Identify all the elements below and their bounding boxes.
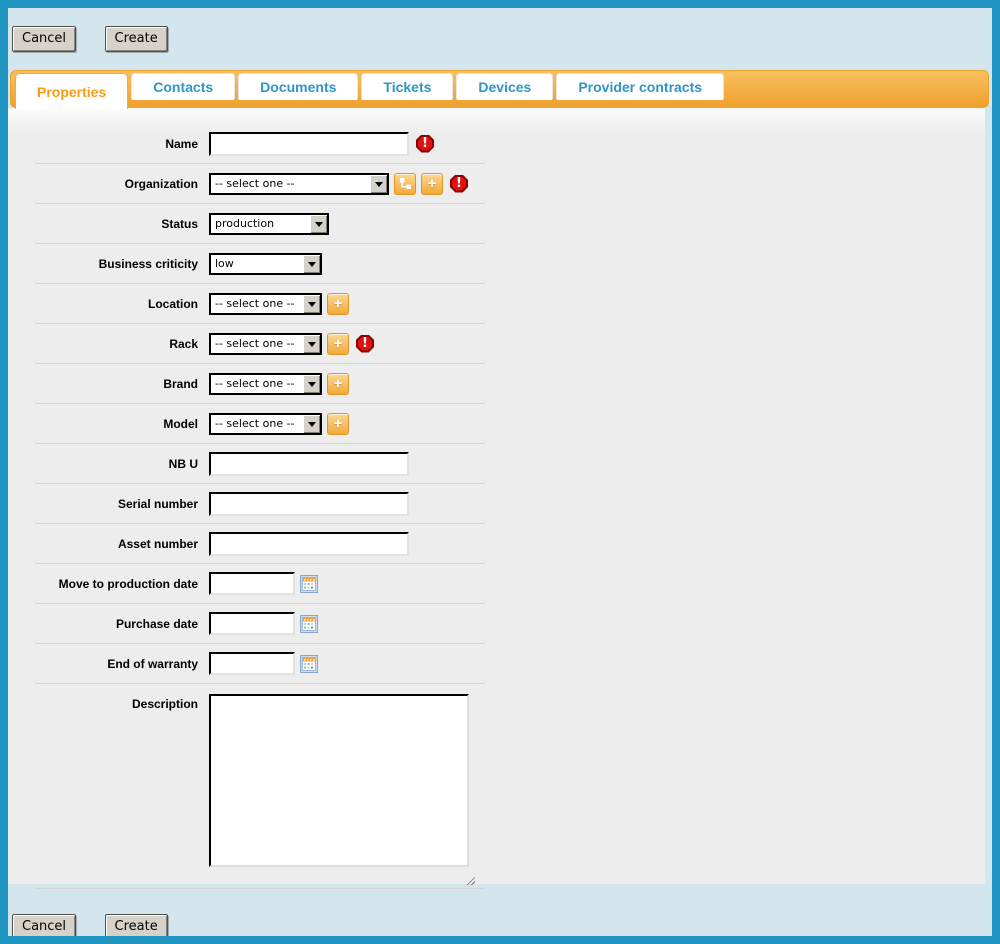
plus-icon: + — [334, 336, 343, 351]
form-row-business-criticity: Business criticity low — [35, 244, 485, 284]
properties-form: Name ! Organization -- select one -- — [35, 124, 485, 889]
create-button-bottom[interactable]: Create — [105, 914, 168, 940]
business-criticity-label: Business criticity — [35, 257, 198, 271]
add-brand-button[interactable]: + — [327, 373, 349, 395]
location-select[interactable]: -- select one -- — [209, 293, 322, 315]
chevron-down-icon[interactable] — [310, 215, 327, 233]
move-to-production-date-label: Move to production date — [35, 577, 198, 591]
plus-icon: + — [428, 176, 437, 191]
rack-select-value: -- select one -- — [215, 337, 303, 350]
cancel-button-bottom[interactable]: Cancel — [12, 914, 76, 940]
form-row-end-of-warranty: End of warranty — [35, 644, 485, 684]
form-row-nb-u: NB U — [35, 444, 485, 484]
create-button-top[interactable]: Create — [105, 26, 168, 52]
plus-icon: + — [334, 296, 343, 311]
serial-number-label: Serial number — [35, 497, 198, 511]
model-select-value: -- select one -- — [215, 417, 303, 430]
organization-select[interactable]: -- select one -- — [209, 173, 389, 195]
bottom-toolbar: Cancel Create — [8, 884, 992, 940]
move-to-production-date-input[interactable] — [209, 572, 295, 595]
form-row-asset-number: Asset number — [35, 524, 485, 564]
top-toolbar: Cancel Create — [8, 8, 992, 62]
form-row-purchase-date: Purchase date — [35, 604, 485, 644]
error-icon: ! — [416, 135, 434, 153]
form-row-model: Model -- select one -- + — [35, 404, 485, 444]
add-model-button[interactable]: + — [327, 413, 349, 435]
plus-icon: + — [334, 376, 343, 391]
status-select[interactable]: production — [209, 213, 329, 235]
chevron-down-icon[interactable] — [303, 255, 320, 273]
properties-panel: Name ! Organization -- select one -- — [8, 108, 985, 884]
chevron-down-icon[interactable] — [303, 335, 320, 353]
brand-label: Brand — [35, 377, 198, 391]
tab-provider-contracts[interactable]: Provider contracts — [556, 73, 724, 100]
add-location-button[interactable]: + — [327, 293, 349, 315]
chevron-down-icon[interactable] — [370, 175, 387, 193]
asset-number-label: Asset number — [35, 537, 198, 551]
cancel-button-top[interactable]: Cancel — [12, 26, 76, 52]
hierarchy-icon — [399, 177, 412, 190]
organization-select-value: -- select one -- — [215, 177, 370, 190]
brand-select[interactable]: -- select one -- — [209, 373, 322, 395]
tab-devices[interactable]: Devices — [456, 73, 553, 100]
chevron-down-icon[interactable] — [303, 295, 320, 313]
location-select-value: -- select one -- — [215, 297, 303, 310]
name-label: Name — [35, 137, 198, 151]
end-of-warranty-label: End of warranty — [35, 657, 198, 671]
add-organization-button[interactable]: + — [421, 173, 443, 195]
form-row-organization: Organization -- select one -- + — [35, 164, 485, 204]
end-of-warranty-input[interactable] — [209, 652, 295, 675]
tab-documents[interactable]: Documents — [238, 73, 358, 100]
move-to-production-date-calendar-button[interactable] — [300, 575, 318, 593]
description-textarea[interactable] — [209, 694, 469, 867]
form-row-description: Description — [35, 684, 485, 889]
organization-label: Organization — [35, 177, 198, 191]
calendar-icon — [300, 575, 318, 593]
form-row-serial-number: Serial number — [35, 484, 485, 524]
form-row-location: Location -- select one -- + — [35, 284, 485, 324]
form-row-name: Name ! — [35, 124, 485, 164]
tab-properties[interactable]: Properties — [15, 73, 128, 109]
form-row-status: Status production — [35, 204, 485, 244]
name-input[interactable] — [209, 132, 409, 156]
create-rack-window: Cancel Create Properties Contacts Docume… — [0, 0, 1000, 944]
calendar-icon — [300, 655, 318, 673]
tab-contacts[interactable]: Contacts — [131, 73, 235, 100]
error-icon: ! — [450, 175, 468, 193]
tab-tickets[interactable]: Tickets — [361, 73, 453, 100]
calendar-icon — [300, 615, 318, 633]
form-row-brand: Brand -- select one -- + — [35, 364, 485, 404]
business-criticity-select[interactable]: low — [209, 253, 322, 275]
error-icon: ! — [356, 335, 374, 353]
description-label: Description — [35, 694, 198, 711]
purchase-date-input[interactable] — [209, 612, 295, 635]
rack-label: Rack — [35, 337, 198, 351]
serial-number-input[interactable] — [209, 492, 409, 516]
nb-u-label: NB U — [35, 457, 198, 471]
location-label: Location — [35, 297, 198, 311]
form-row-rack: Rack -- select one -- + ! — [35, 324, 485, 364]
status-label: Status — [35, 217, 198, 231]
chevron-down-icon[interactable] — [303, 375, 320, 393]
asset-number-input[interactable] — [209, 532, 409, 556]
brand-select-value: -- select one -- — [215, 377, 303, 390]
chevron-down-icon[interactable] — [303, 415, 320, 433]
model-select[interactable]: -- select one -- — [209, 413, 322, 435]
form-row-move-to-production-date: Move to production date — [35, 564, 485, 604]
model-label: Model — [35, 417, 198, 431]
nb-u-input[interactable] — [209, 452, 409, 476]
purchase-date-calendar-button[interactable] — [300, 615, 318, 633]
add-rack-button[interactable]: + — [327, 333, 349, 355]
plus-icon: + — [334, 416, 343, 431]
end-of-warranty-calendar-button[interactable] — [300, 655, 318, 673]
business-criticity-select-value: low — [215, 257, 303, 270]
purchase-date-label: Purchase date — [35, 617, 198, 631]
organization-hierarchy-button[interactable] — [394, 173, 416, 195]
rack-select[interactable]: -- select one -- — [209, 333, 322, 355]
tab-bar: Properties Contacts Documents Tickets De… — [10, 70, 989, 108]
status-select-value: production — [215, 217, 310, 230]
